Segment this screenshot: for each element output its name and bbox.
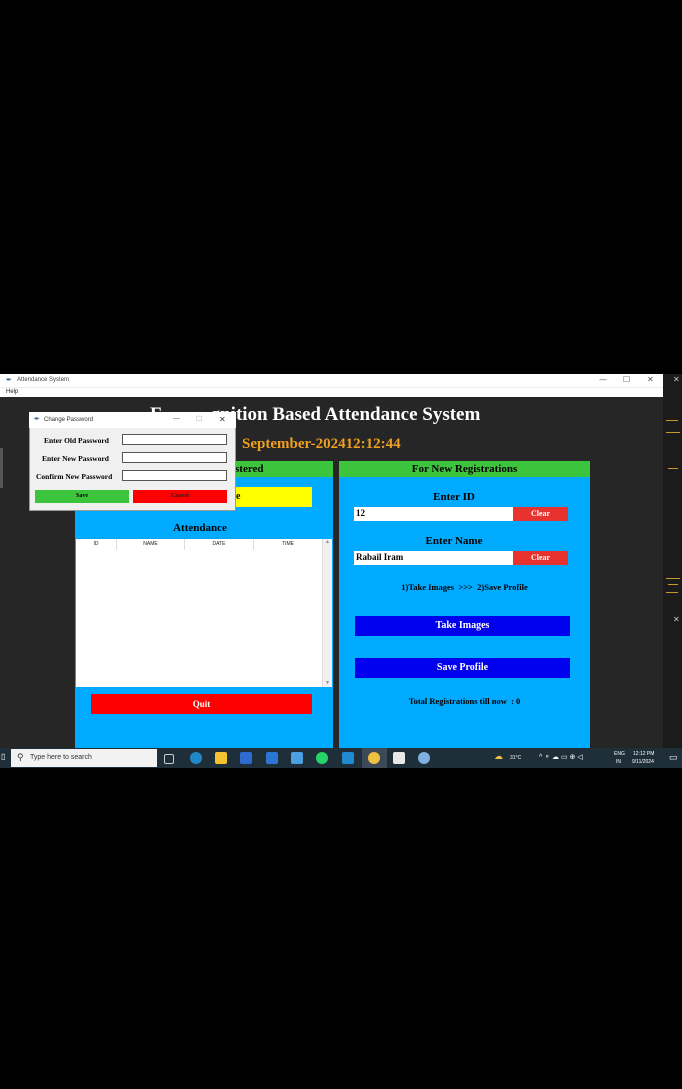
background-line bbox=[668, 584, 678, 585]
background-line bbox=[666, 578, 680, 579]
table-scrollbar[interactable]: ▲ ▼ bbox=[322, 539, 332, 687]
maximize-button[interactable]: ☐ bbox=[623, 375, 630, 384]
enter-id-label: Enter ID bbox=[433, 491, 475, 503]
language-bottom[interactable]: IN bbox=[616, 759, 621, 765]
language-top[interactable]: ENG bbox=[614, 751, 625, 757]
dialog-title: Change Password bbox=[44, 417, 94, 423]
datetime-display: September-202412:12:44 bbox=[242, 436, 401, 452]
dialog-close-button[interactable]: ✕ bbox=[219, 415, 226, 424]
tray-icons[interactable]: ^ ⚬ ☁ ▭ ⊕ ◁ bbox=[539, 753, 583, 761]
background-close-icon: ✕ bbox=[673, 615, 680, 624]
column-header-date[interactable]: DATE bbox=[185, 539, 254, 550]
app-title-right: gnition Based Attendance System bbox=[210, 404, 481, 425]
new-password-label: Enter New Password bbox=[42, 454, 109, 463]
old-password-label: Enter Old Password bbox=[44, 436, 109, 445]
file-explorer-icon[interactable] bbox=[215, 752, 227, 764]
confirm-password-label: Confirm New Password bbox=[36, 472, 113, 481]
whatsapp-icon[interactable] bbox=[316, 752, 328, 764]
background-window-strip bbox=[663, 374, 682, 748]
left-edge-marker bbox=[0, 448, 3, 488]
attendance-label: Attendance bbox=[173, 522, 227, 534]
enter-name-label: Enter Name bbox=[425, 535, 483, 547]
taskbar-left-icon: ▯ bbox=[1, 752, 6, 761]
clear-id-button[interactable]: Clear bbox=[513, 507, 568, 521]
background-line bbox=[666, 420, 678, 421]
steps-instructions: 1)Take Images >>> 2)Save Profile bbox=[401, 582, 528, 592]
background-line bbox=[668, 468, 678, 469]
notepad-icon[interactable] bbox=[393, 752, 405, 764]
vscode-icon[interactable] bbox=[342, 752, 354, 764]
column-header-name[interactable]: NAME bbox=[117, 539, 185, 550]
task-view-icon[interactable] bbox=[164, 754, 174, 764]
window-titlebar: ✒ Attendance System — ☐ ✕ bbox=[0, 374, 663, 387]
python-icon[interactable] bbox=[368, 752, 380, 764]
edge-browser-icon[interactable] bbox=[190, 752, 202, 764]
column-header-time[interactable]: TIME bbox=[254, 539, 323, 550]
scroll-down-icon[interactable]: ▼ bbox=[325, 681, 330, 686]
confirm-password-input[interactable] bbox=[122, 470, 227, 481]
id-input[interactable]: 12 bbox=[354, 507, 513, 521]
cancel-button[interactable]: Cancel bbox=[133, 490, 227, 503]
total-registrations: Total Registrations till now : 0 bbox=[408, 696, 521, 706]
store-icon[interactable] bbox=[240, 752, 252, 764]
take-attendance-button[interactable]: e bbox=[232, 487, 312, 507]
dialog-maximize-button[interactable]: ☐ bbox=[196, 415, 202, 423]
close-button[interactable]: ✕ bbox=[647, 375, 654, 384]
taskbar-search[interactable]: ⚲ Type here to search bbox=[11, 749, 157, 767]
dialog-titlebar: ✒ Change Password — ☐ ✕ bbox=[29, 412, 236, 428]
quit-button[interactable]: Quit bbox=[91, 694, 312, 714]
paint-icon[interactable] bbox=[418, 752, 430, 764]
minimize-button[interactable]: — bbox=[599, 375, 607, 384]
mail-icon[interactable] bbox=[266, 752, 278, 764]
search-placeholder: Type here to search bbox=[30, 754, 92, 761]
background-line bbox=[666, 432, 680, 433]
dialog-minimize-button[interactable]: — bbox=[173, 415, 180, 422]
new-password-input[interactable] bbox=[122, 452, 227, 463]
save-button[interactable]: Save bbox=[35, 490, 129, 503]
search-icon: ⚲ bbox=[17, 752, 24, 762]
attendance-table[interactable]: ID NAME DATE TIME ▲ ▼ bbox=[76, 539, 332, 687]
feather-dialog-icon: ✒ bbox=[34, 416, 40, 423]
scroll-up-icon[interactable]: ▲ bbox=[325, 540, 330, 545]
new-registration-header: For New Registrations bbox=[339, 461, 590, 477]
window-title: Attendance System bbox=[17, 377, 70, 383]
notification-icon[interactable]: ▭ bbox=[669, 752, 678, 763]
weather-icon: ☁ bbox=[494, 751, 503, 761]
background-close-icon: ✕ bbox=[673, 375, 680, 384]
app-icon[interactable] bbox=[291, 752, 303, 764]
feather-app-icon: ✒ bbox=[6, 377, 12, 384]
old-password-input[interactable] bbox=[122, 434, 227, 445]
take-images-button[interactable]: Take Images bbox=[355, 616, 570, 636]
menu-help[interactable]: Help bbox=[6, 389, 18, 395]
clock-time[interactable]: 12:12 PM bbox=[633, 751, 654, 757]
save-profile-button[interactable]: Save Profile bbox=[355, 658, 570, 678]
background-line bbox=[666, 592, 678, 593]
name-input[interactable]: Rabail Iram bbox=[354, 551, 513, 565]
weather-text: 31°C bbox=[510, 755, 522, 761]
column-header-id[interactable]: ID bbox=[76, 539, 117, 550]
clear-name-button[interactable]: Clear bbox=[513, 551, 568, 565]
clock-date[interactable]: 9/11/2024 bbox=[632, 759, 654, 765]
